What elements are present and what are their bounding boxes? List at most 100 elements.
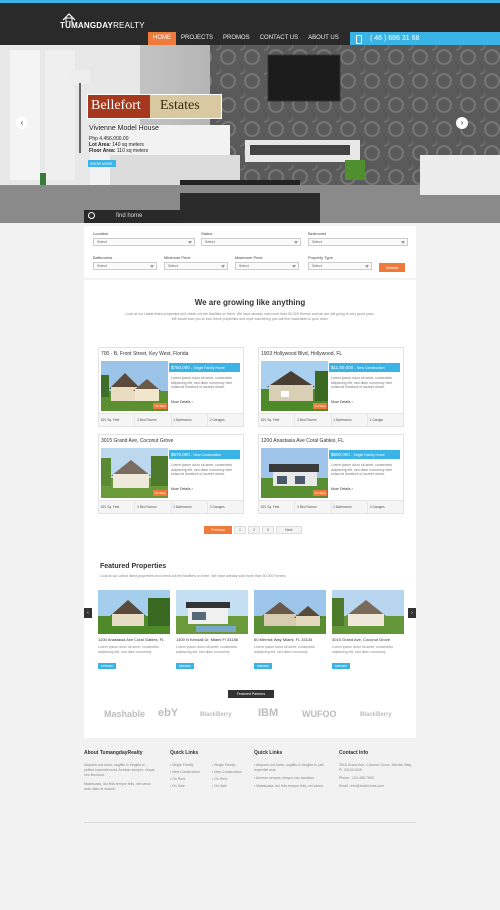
listing-title: 700 - B, Front Street, Key West, Florida [101, 351, 189, 357]
featured-prev-button[interactable]: ‹ [84, 608, 92, 618]
footer-about-text-1: Aliquam orci tortor, sagittis in fringil… [84, 763, 155, 777]
nav-home[interactable]: HOME [148, 32, 176, 46]
bathrooms-stat: 2 Bathrooms [332, 501, 368, 513]
bathrooms-stat: 2 Bathrooms [172, 501, 208, 513]
featured-card-price: $650000 [176, 663, 194, 669]
find-home-bar[interactable]: find home [84, 210, 180, 223]
property-search-form: Location Select Status Select Bedrooms S… [84, 226, 416, 278]
nav-promos[interactable]: PROMOS [218, 32, 255, 46]
featured-card[interactable]: 3015 Grand Ave, Coconut Grove Lorem ipsu… [332, 590, 404, 676]
footer-link[interactable]: • On Rent [170, 776, 210, 783]
featured-card-title: 3015 Grand Ave, Coconut Grove [332, 637, 390, 642]
partner-logo-blackberry-2[interactable]: BlackBerry [360, 712, 392, 718]
bathrooms-stat: 2 Bathrooms [172, 414, 208, 426]
footer-link[interactable]: • On Sale [170, 783, 210, 790]
house-photo [98, 590, 170, 634]
listing-card[interactable]: 1903 Hollywood Blvd, Hollywood, FL $11,5… [258, 347, 404, 427]
slider-prev-button[interactable]: ‹ [16, 117, 28, 129]
search-icon [88, 212, 95, 219]
more-details-link[interactable]: More Details › [331, 400, 353, 404]
featured-title: Featured Properties [100, 563, 167, 570]
location-field: Location Select [93, 231, 195, 246]
bedrooms-field: Bedrooms Select [308, 231, 408, 246]
status-select[interactable]: Select [201, 238, 301, 246]
next-page-button[interactable]: Next [275, 526, 302, 534]
footer-link[interactable]: • On Sale [212, 783, 252, 790]
footer-link[interactable]: • Single Family [212, 762, 252, 769]
listing-card[interactable]: 700 - B, Front Street, Key West, Florida… [98, 347, 244, 427]
footer-quick-links-2: Quick Links • Aliquam orci tortor, sagit… [254, 750, 330, 789]
prev-page-button[interactable]: Previous [204, 526, 232, 534]
featured-card-desc: Lorem ipsum dolor sit amet, consectetu a… [332, 645, 394, 654]
footer-link-label: Aliquam orci tortor, sagittis in fringil… [254, 763, 324, 772]
search-button[interactable]: Search [379, 263, 405, 272]
more-details-link[interactable]: More Details › [171, 487, 193, 491]
featured-next-button[interactable]: › [408, 608, 416, 618]
on-sale-badge: On Sale [153, 403, 167, 409]
price-tag: $11,50,000 - New Construction [329, 363, 400, 372]
featured-partners-tag: Featured Partners [228, 690, 274, 698]
max-price-select[interactable]: Select [235, 262, 299, 270]
more-details-link[interactable]: More Details › [171, 400, 193, 404]
pagination: Previous 1 2 3 Next [204, 526, 302, 534]
listing-stats: 821 Sq. Feet 3 Bed Rooms 2 Bathrooms 2 G… [99, 413, 243, 426]
bedrooms-stat: 3 Bed Rooms [295, 501, 332, 513]
partner-logo-ebay[interactable]: ebY [158, 707, 178, 719]
listing-desc: Lorem ipsum dolor sit amet, consectetu a… [171, 463, 233, 476]
featured-card[interactable]: 1400 N Kendall Dr, Miami Fl 33156 Lorem … [176, 590, 248, 676]
bedrooms-stat: 3 Bed Rooms [135, 501, 172, 513]
footer-quick-links-1: Quick Links • Single Family • New Constr… [170, 750, 250, 788]
footer-email[interactable]: Email : info@tradhomes.com [339, 784, 415, 789]
partner-logo-blackberry[interactable]: BlackBerry [200, 712, 232, 718]
footer-link[interactable]: • Aliquam orci tortor, sagittis in fring… [254, 763, 330, 773]
know-more-button[interactable]: KNOW MORE [88, 160, 116, 167]
listing-desc: Lorem ipsum dolor sit amet, consectetu a… [331, 376, 393, 389]
hero-room-image [0, 45, 500, 223]
listing-card[interactable]: 1200 Anastasia Ave Coral Gables, FL $500… [258, 434, 404, 514]
page-1-button[interactable]: 1 [234, 526, 246, 534]
house-photo [176, 590, 248, 634]
footer-about: About TumangdayRealty Aliquam orci torto… [84, 750, 156, 792]
bathrooms-field: Bathrooms Select [93, 255, 157, 270]
min-price-label: Minimum Price [164, 255, 191, 260]
bathrooms-select[interactable]: Select [93, 262, 157, 270]
page-2-button[interactable]: 2 [247, 526, 260, 534]
footer-link-label: On Sale [214, 784, 227, 788]
partner-logo-wufoo[interactable]: WUFOO [302, 709, 337, 719]
featured-card[interactable]: 60 Merrick Way Miami, FL 33134 Lorem ips… [254, 590, 326, 676]
min-price-select[interactable]: Select [164, 262, 228, 270]
main-content: We are growing like anything Look at our… [84, 280, 416, 738]
bathrooms-label: Bathrooms [93, 255, 113, 260]
slider-next-button[interactable]: › [456, 117, 468, 129]
bedrooms-stat: 3 Bed Rooms [295, 414, 332, 426]
growth-text: Look at our Latest listed properties and… [125, 312, 375, 321]
more-details-link[interactable]: More Details › [331, 487, 353, 491]
listing-card[interactable]: 3015 Grand Ave, Coconut Grove $570,000 -… [98, 434, 244, 514]
nav-contact-us[interactable]: CONTACT US [255, 32, 303, 46]
footer-link[interactable]: • On Rent [212, 776, 252, 783]
location-select[interactable]: Select [93, 238, 195, 246]
footer-link-label: New Construction [172, 770, 200, 774]
listing-title: 3015 Grand Ave, Coconut Grove [101, 438, 174, 444]
hero-slider: Bellefort Estates Vivienne Model House P… [0, 45, 500, 223]
footer-link[interactable]: • Single Family [170, 762, 210, 769]
property-type: New Construction [193, 453, 222, 457]
footer-link[interactable]: • Aenean semper, tempor nec faucibus. [254, 776, 330, 781]
partner-logo-mashable[interactable]: Mashable [104, 709, 145, 719]
featured-card-desc: Lorem ipsum dolor sit amet, consectetu a… [176, 645, 238, 654]
banner-left-text: Bellefort [88, 95, 150, 118]
bedrooms-select[interactable]: Select [308, 238, 408, 246]
page-3-button[interactable]: 3 [261, 526, 274, 534]
property-type: Single Family Home [353, 453, 385, 457]
partner-logo-ibm[interactable]: IBM [258, 707, 278, 719]
more-details-label: More Details [331, 487, 351, 491]
property-type-select[interactable]: Select [308, 262, 372, 270]
floor-label: Floor Area: [89, 148, 116, 154]
site-logo[interactable]: TUMANGDAYREALTY [60, 21, 145, 30]
nav-about-us[interactable]: ABOUT US [303, 32, 344, 46]
footer-link[interactable]: • New Construction [170, 769, 210, 776]
featured-card[interactable]: 1200 Anastasia Ave Coral Gables, FL Lore… [98, 590, 170, 676]
footer-link[interactable]: • Malesuada, dui felis tempor felis, vel… [254, 784, 330, 789]
footer-link[interactable]: • New Construction [212, 769, 252, 776]
nav-projects[interactable]: PROJECTS [176, 32, 218, 46]
